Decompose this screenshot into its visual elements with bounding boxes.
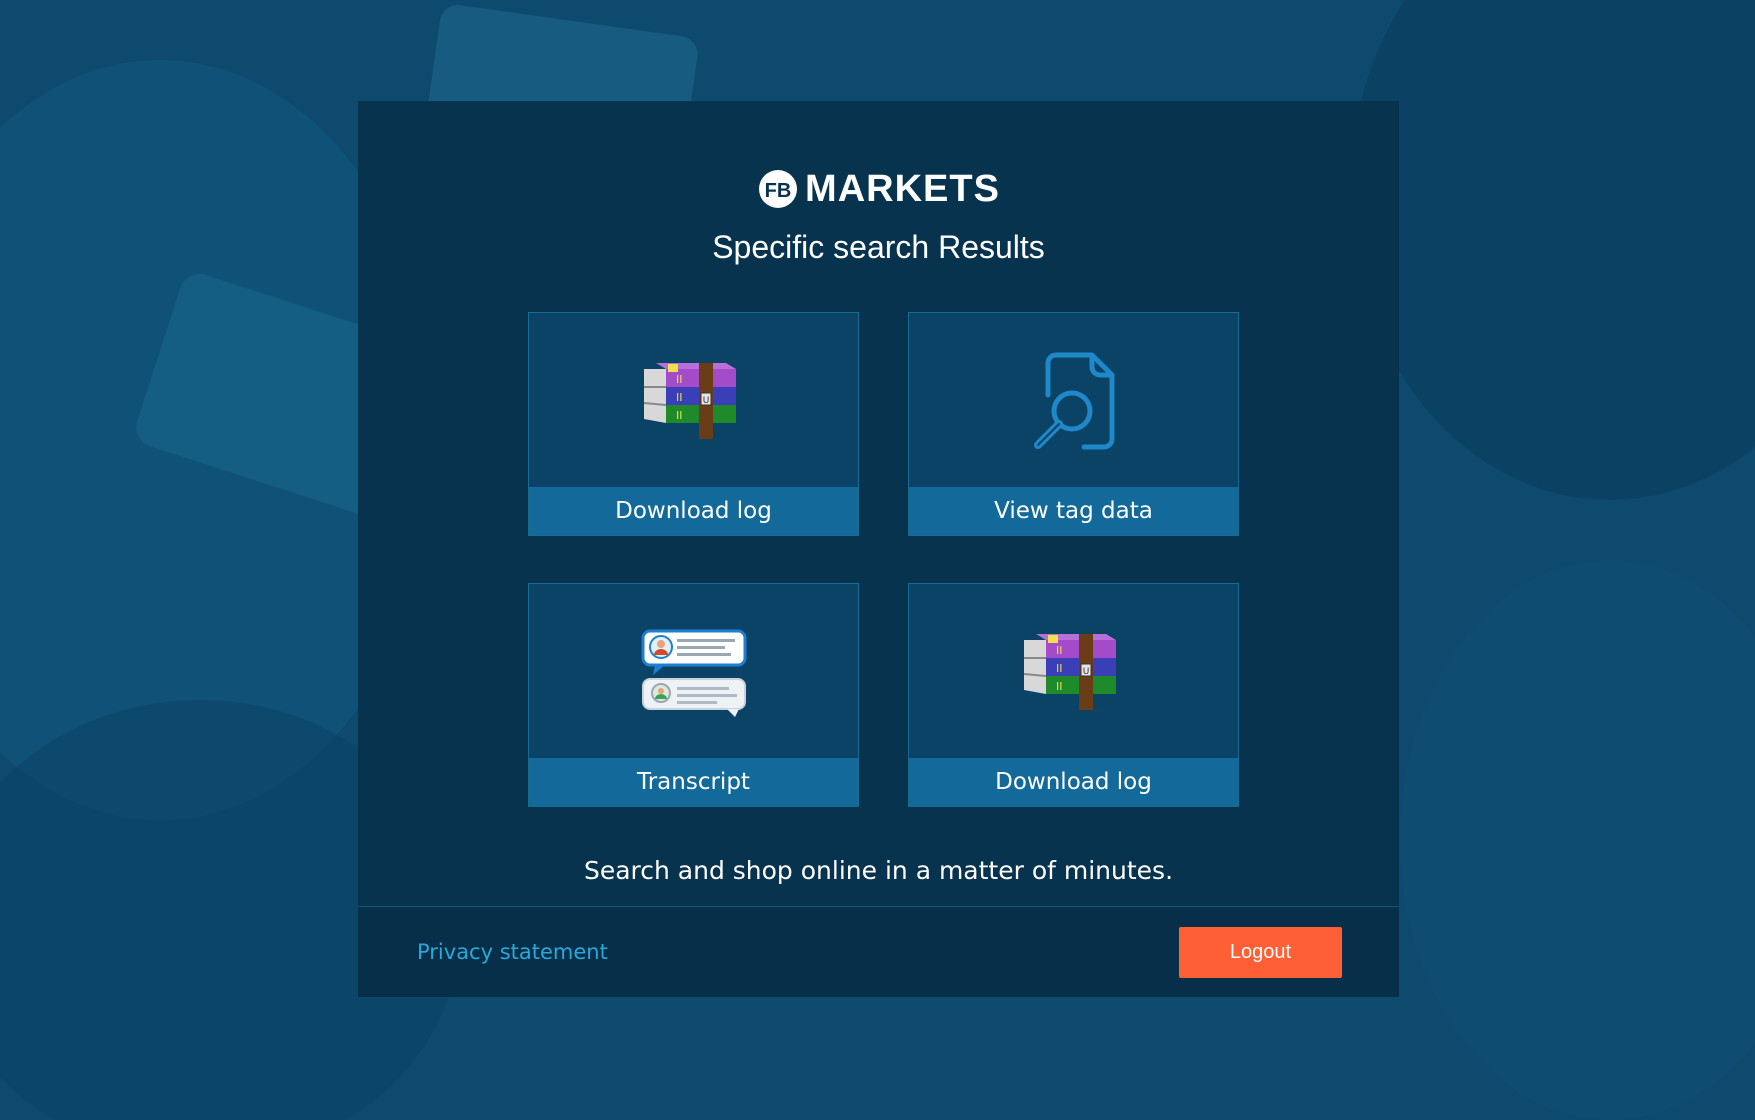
svg-text:II: II	[676, 391, 683, 404]
tile-transcript[interactable]: Transcript	[528, 583, 859, 807]
winrar-archive-icon: U II II II	[1023, 634, 1116, 710]
svg-text:II: II	[676, 373, 683, 386]
document-search-icon	[1033, 352, 1114, 450]
card-footer: Privacy statement Logout	[358, 906, 1399, 997]
svg-text:II: II	[1056, 662, 1063, 675]
tile-label: Download log	[909, 758, 1238, 806]
fb-circle-logo-icon: FB	[759, 170, 798, 208]
svg-text:II: II	[1056, 680, 1063, 693]
tile-download-log[interactable]: U II II II Download log	[908, 583, 1239, 807]
tile-download-log[interactable]: U II II II Download log	[528, 312, 859, 536]
main-card: FB MARKETS Specific search Results U II …	[358, 101, 1399, 997]
svg-text:U: U	[702, 396, 709, 406]
tile-label: Transcript	[529, 758, 858, 806]
tile-label: Download log	[529, 487, 858, 535]
privacy-statement-link[interactable]: Privacy statement	[417, 937, 608, 967]
tile-view-tag-data[interactable]: View tag data	[908, 312, 1239, 536]
logout-button[interactable]: Logout	[1179, 927, 1342, 978]
brand-logo: FB MARKETS	[358, 167, 1399, 211]
svg-text:II: II	[676, 409, 683, 422]
tile-label: View tag data	[909, 487, 1238, 535]
svg-text:FB: FB	[765, 180, 792, 202]
brand-name: MARKETS	[805, 168, 1000, 210]
svg-text:U: U	[1082, 667, 1089, 677]
svg-text:II: II	[1056, 644, 1063, 657]
winrar-archive-icon: U II II II	[643, 363, 736, 439]
page-title: Specific search Results	[712, 229, 1045, 265]
tagline: Search and shop online in a matter of mi…	[583, 856, 1174, 885]
chat-transcript-icon	[641, 629, 746, 717]
